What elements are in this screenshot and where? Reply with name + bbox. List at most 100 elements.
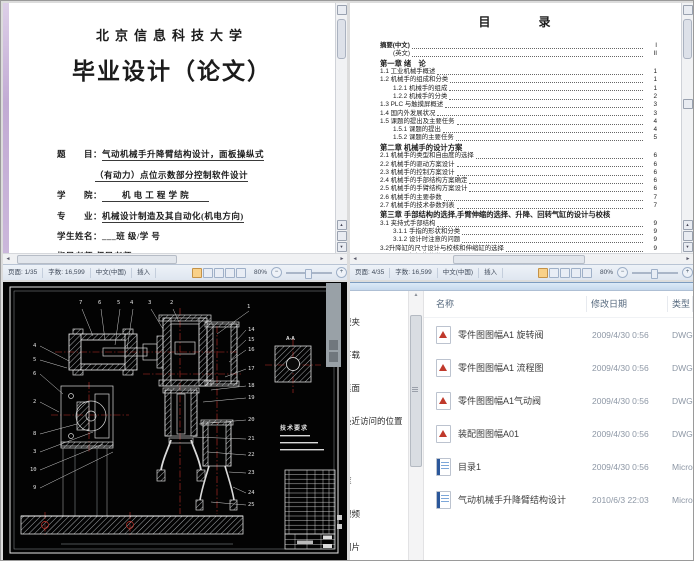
zoom-slider-knob[interactable] bbox=[651, 268, 658, 279]
toc-entry[interactable]: 2.5 机械手的手臂结构方案设计 6 bbox=[380, 185, 657, 193]
toc-entry[interactable]: 1.2 机械手的组成和分类 1 bbox=[380, 76, 657, 84]
zoom-slider-knob[interactable] bbox=[305, 268, 312, 279]
split-handle-icon[interactable] bbox=[682, 99, 693, 109]
scroll-right-icon[interactable]: ► bbox=[683, 255, 693, 264]
draft-view-icon[interactable] bbox=[581, 267, 592, 278]
scroll-right-icon[interactable]: ► bbox=[337, 255, 347, 264]
toc-entry[interactable]: 1.2.1 机械手的组成 1 bbox=[380, 85, 657, 93]
hscrollbar-thumb[interactable] bbox=[17, 255, 178, 264]
toc-leader-dots bbox=[449, 98, 643, 100]
language-indicator[interactable]: 中文(中国) bbox=[438, 267, 480, 278]
zoom-in-icon[interactable]: + bbox=[336, 267, 347, 278]
print-layout-view-icon[interactable] bbox=[537, 267, 548, 278]
file-row[interactable]: 气动机械手升降臂结构设计 2010/6/3 22:03 Micros bbox=[424, 483, 693, 516]
ruler-toggle-icon[interactable] bbox=[336, 5, 347, 15]
zoom-in-icon[interactable]: + bbox=[682, 267, 693, 278]
toc-entry[interactable]: 2.2 机械手的驱动方案设计 6 bbox=[380, 161, 657, 169]
column-header-type[interactable]: 类型 bbox=[668, 296, 693, 312]
file-name[interactable]: 目录1 bbox=[458, 460, 588, 473]
browse-prev-icon[interactable]: ▲ bbox=[682, 220, 693, 230]
toc-entry-text: 2.5 机械手的手臂结构方案设计 bbox=[380, 185, 468, 193]
scroll-left-icon[interactable]: ◄ bbox=[350, 255, 360, 264]
draft-view-icon[interactable] bbox=[235, 267, 246, 278]
toc-entry[interactable]: 2.6 机械手的主要参数 7 bbox=[380, 194, 657, 202]
file-name[interactable]: 零件图图幅A1气动阀 bbox=[458, 394, 588, 407]
scroll-up-icon[interactable]: ▲ bbox=[409, 292, 423, 298]
zoom-slider[interactable] bbox=[632, 268, 678, 279]
file-name[interactable]: 装配图图幅A01 bbox=[458, 427, 588, 440]
fullscreen-view-icon[interactable] bbox=[202, 267, 213, 278]
browse-select-icon[interactable] bbox=[336, 231, 347, 241]
toc-entry[interactable]: 第三章 手部结构的选择,手臂伸缩的选择、升降、回转气缸的设计与校核 bbox=[380, 210, 657, 220]
browse-next-icon[interactable]: ▼ bbox=[336, 242, 347, 252]
file-name[interactable]: 零件图图幅A1 旋转阀 bbox=[458, 328, 588, 341]
toc-entry[interactable]: 2.3 机械手的控制方案设计 6 bbox=[380, 169, 657, 177]
browse-next-icon[interactable]: ▼ bbox=[682, 242, 693, 252]
page-indicator[interactable]: 页面: 1/35 bbox=[3, 267, 44, 278]
outline-view-icon[interactable] bbox=[224, 267, 235, 278]
file-row[interactable]: 零件图图幅A1 流程图 2009/4/30 0:56 DWG 文 bbox=[424, 351, 693, 384]
toc-entry[interactable]: 1.4 国内外发展状况 3 bbox=[380, 110, 657, 118]
scrollbar-thumb[interactable] bbox=[683, 19, 692, 59]
hscrollbar-thumb[interactable] bbox=[452, 255, 586, 264]
toc-entry[interactable]: 摘要(中文) I bbox=[380, 42, 657, 50]
print-layout-view-icon[interactable] bbox=[191, 267, 202, 278]
toc-entry[interactable]: 1.5 课题的提出及主要任务 4 bbox=[380, 118, 657, 126]
word-count[interactable]: 字数: 16,599 bbox=[43, 267, 91, 278]
toc-entry[interactable]: 3.1 夹持式手部结构 9 bbox=[380, 220, 657, 228]
browse-prev-icon[interactable]: ▲ bbox=[336, 220, 347, 230]
toc-entry[interactable]: 2.7 机械手的技术参数列表 7 bbox=[380, 202, 657, 210]
toc-entry[interactable]: (英文) II bbox=[380, 50, 657, 58]
toc-entry-text: 2.3 机械手的控制方案设计 bbox=[380, 168, 455, 176]
file-type-icon bbox=[436, 325, 451, 344]
horizontal-scrollbar[interactable]: ◄ ► bbox=[3, 253, 347, 264]
horizontal-scrollbar[interactable]: ◄ ► bbox=[350, 253, 693, 264]
fullscreen-view-icon[interactable] bbox=[548, 267, 559, 278]
toc-entry[interactable]: 2.1 机械手的类型和自由度的选择 6 bbox=[380, 152, 657, 160]
zoom-slider[interactable] bbox=[286, 268, 332, 279]
toc-entry[interactable]: 3.1.2 设计时注意的问题 9 bbox=[380, 236, 657, 244]
sidebar-scrollbar-thumb[interactable] bbox=[410, 315, 422, 467]
sidebar-item[interactable]: 视频 bbox=[350, 497, 408, 530]
file-name[interactable]: 零件图图幅A1 流程图 bbox=[458, 361, 588, 374]
toc-entry[interactable]: 3.2升降缸的尺寸设计与校核和伸缩缸的选择 9 bbox=[380, 245, 657, 253]
file-name[interactable]: 气动机械手升降臂结构设计 bbox=[458, 493, 588, 506]
zoom-level[interactable]: 80% bbox=[596, 269, 617, 276]
file-row[interactable]: 零件图图幅A1气动阀 2009/4/30 0:56 DWG 文 bbox=[424, 384, 693, 417]
toc-entry[interactable]: 1.3 PLC 与触摸屏概述 3 bbox=[380, 101, 657, 109]
toc-entry[interactable]: 第二章 机械手的设计方案 bbox=[380, 143, 657, 153]
sidebar-scrollbar[interactable]: ▲ bbox=[408, 291, 424, 560]
sidebar-item[interactable]: 下载 bbox=[350, 338, 408, 371]
web-layout-view-icon[interactable] bbox=[559, 267, 570, 278]
sidebar-item[interactable]: 藏夹 bbox=[350, 305, 408, 338]
zoom-level[interactable]: 80% bbox=[250, 269, 271, 276]
web-layout-view-icon[interactable] bbox=[213, 267, 224, 278]
sidebar-item[interactable]: 库 bbox=[350, 464, 408, 497]
word-count[interactable]: 字数: 16,599 bbox=[390, 267, 438, 278]
file-row[interactable]: 零件图图幅A1 旋转阀 2009/4/30 0:56 DWG 文 bbox=[424, 318, 693, 351]
insert-mode[interactable]: 插入 bbox=[479, 267, 504, 278]
vertical-scrollbar[interactable]: ▲ ▼ bbox=[681, 3, 693, 253]
browse-select-icon[interactable] bbox=[682, 231, 693, 241]
sidebar-item[interactable]: 桌面 bbox=[350, 371, 408, 404]
vertical-scrollbar[interactable]: ▲ ▼ bbox=[335, 3, 347, 253]
file-row[interactable]: 目录1 2009/4/30 0:56 Micros bbox=[424, 450, 693, 483]
scroll-left-icon[interactable]: ◄ bbox=[3, 255, 13, 264]
column-header-date[interactable]: 修改日期 bbox=[587, 296, 668, 312]
toc-entry[interactable]: 1.5.2 课题的主要任务 5 bbox=[380, 134, 657, 142]
column-header-name[interactable]: 名称 bbox=[424, 296, 587, 312]
toc-entry-text: 3.1.2 设计时注意的问题 bbox=[393, 236, 461, 244]
scrollbar-thumb[interactable] bbox=[337, 19, 346, 59]
zoom-out-icon[interactable]: − bbox=[271, 267, 282, 278]
file-row[interactable]: 装配图图幅A01 2009/4/30 0:56 DWG 文 bbox=[424, 417, 693, 450]
page-indicator[interactable]: 页面: 4/35 bbox=[350, 267, 391, 278]
insert-mode[interactable]: 插入 bbox=[132, 267, 157, 278]
toc-entry[interactable]: 第一章 绪 论 bbox=[380, 59, 657, 69]
zoom-out-icon[interactable]: − bbox=[617, 267, 628, 278]
ruler-toggle-icon[interactable] bbox=[682, 5, 693, 15]
language-indicator[interactable]: 中文(中国) bbox=[91, 267, 133, 278]
outline-view-icon[interactable] bbox=[570, 267, 581, 278]
toc-leader-dots bbox=[437, 73, 643, 75]
sidebar-item[interactable]: 图片 bbox=[350, 530, 408, 560]
sidebar-item[interactable]: 最近访问的位置 bbox=[350, 404, 408, 437]
